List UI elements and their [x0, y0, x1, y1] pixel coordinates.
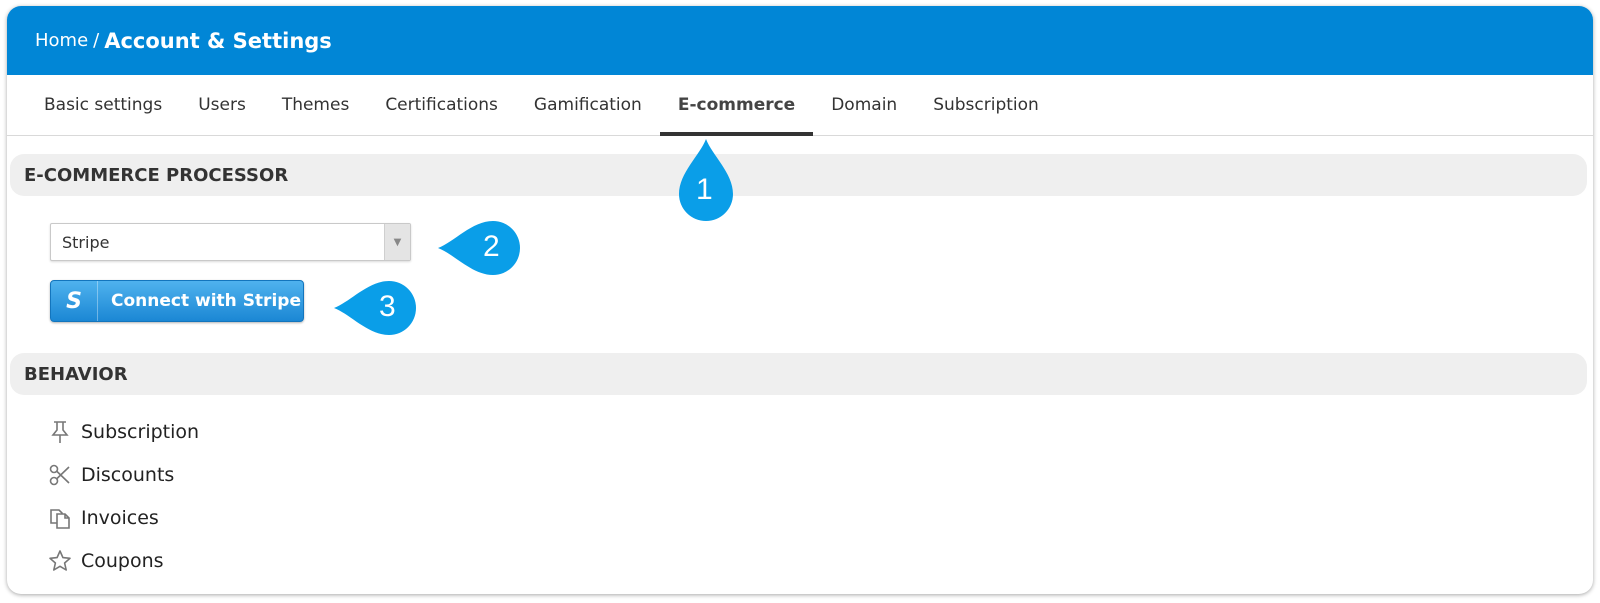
tab-certifications[interactable]: Certifications: [367, 75, 516, 135]
connect-with-stripe-button[interactable]: S Connect with Stripe: [50, 280, 304, 322]
tab-themes[interactable]: Themes: [264, 75, 368, 135]
behavior-item-label: Coupons: [81, 549, 164, 572]
pin-icon: [47, 419, 73, 445]
callout-number: 2: [483, 230, 500, 263]
tab-gamification[interactable]: Gamification: [516, 75, 660, 135]
behavior-item-label: Subscription: [81, 420, 200, 443]
behavior-section-header: BEHAVIOR: [10, 353, 1587, 395]
behavior-item-label: Discounts: [81, 463, 175, 486]
tab-users[interactable]: Users: [180, 75, 264, 135]
ecommerce-processor-section-header: E-COMMERCE PROCESSOR: [10, 154, 1587, 196]
breadcrumb-home[interactable]: Home: [35, 30, 88, 51]
behavior-item-discounts[interactable]: Discounts: [47, 453, 199, 496]
chevron-down-icon[interactable]: ▼: [384, 224, 410, 260]
processor-select[interactable]: Stripe ▼: [50, 223, 411, 261]
breadcrumb-separator: /: [93, 30, 100, 51]
settings-tabs: Basic settings Users Themes Certificatio…: [7, 75, 1593, 136]
behavior-item-coupons[interactable]: Coupons: [47, 539, 199, 582]
callout-1: 1: [679, 139, 733, 221]
scissors-icon: [47, 462, 73, 488]
tab-basic-settings[interactable]: Basic settings: [26, 75, 180, 135]
callout-3: 3: [334, 281, 416, 335]
callout-number: 3: [379, 290, 396, 323]
callout-number: 1: [696, 173, 713, 206]
tab-subscription[interactable]: Subscription: [915, 75, 1057, 135]
settings-card: Home / Account & Settings Basic settings…: [7, 6, 1593, 594]
callout-2: 2: [438, 221, 520, 275]
tab-ecommerce[interactable]: E-commerce: [659, 75, 814, 136]
behavior-item-subscription[interactable]: Subscription: [47, 410, 199, 453]
documents-icon: [47, 505, 73, 531]
page-title: Account & Settings: [104, 28, 332, 53]
behavior-list: Subscription Discounts Invoices Coupons: [47, 410, 199, 582]
tab-domain[interactable]: Domain: [813, 75, 915, 135]
behavior-item-invoices[interactable]: Invoices: [47, 496, 199, 539]
processor-select-value: Stripe: [62, 233, 110, 252]
connect-with-stripe-label: Connect with Stripe: [111, 291, 301, 311]
stripe-logo-icon: S: [51, 281, 98, 321]
behavior-item-label: Invoices: [81, 506, 159, 529]
page-header: Home / Account & Settings: [7, 6, 1593, 75]
star-icon: [47, 548, 73, 574]
